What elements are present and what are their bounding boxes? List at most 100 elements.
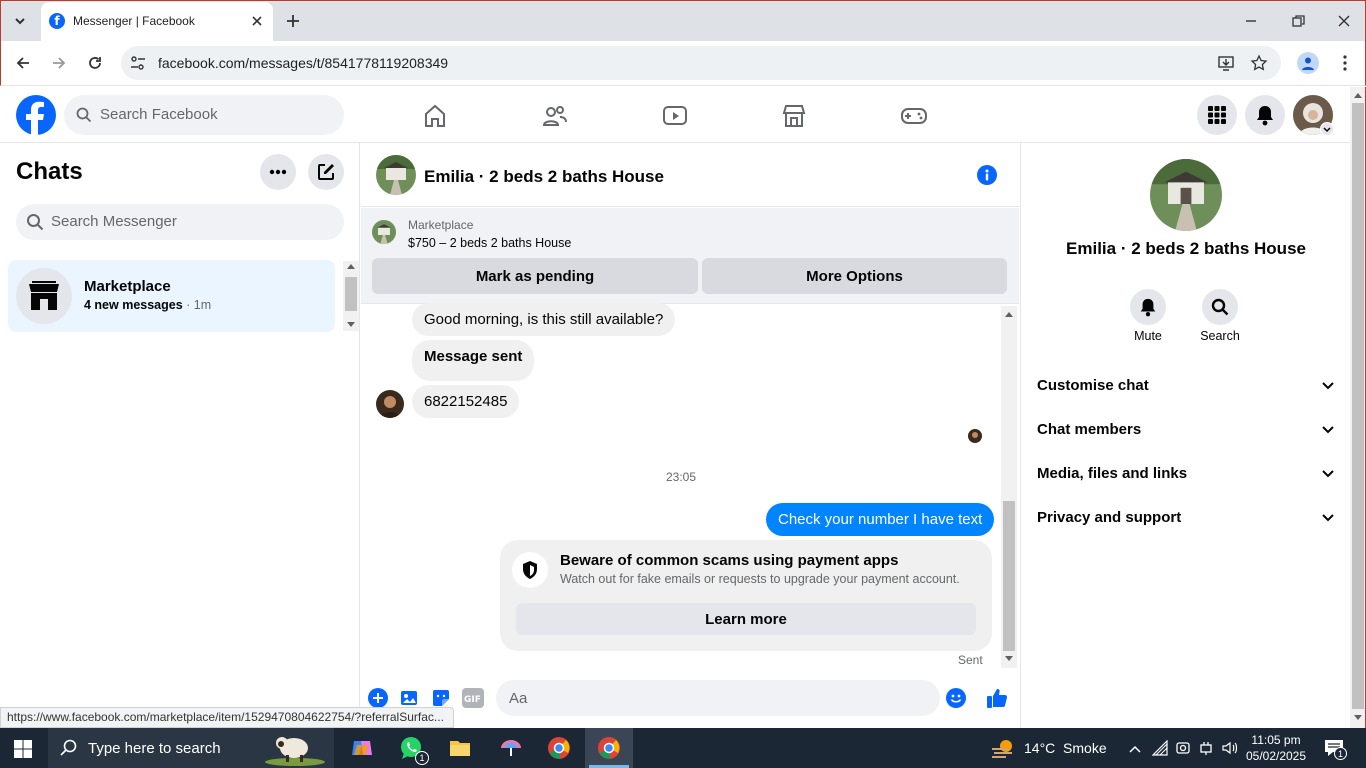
message-incoming[interactable]: 6822152485: [412, 385, 520, 418]
chrome-app-profile-a[interactable]: [547, 736, 573, 762]
network-icon-wrap[interactable]: [1151, 739, 1168, 756]
details-avatar[interactable]: [1150, 159, 1222, 231]
weather-widget-icon-wrap[interactable]: [990, 736, 1016, 760]
gif-button[interactable]: GIF: [462, 688, 484, 708]
window-close-button[interactable]: [1334, 11, 1354, 31]
triangle-down-icon: [1005, 656, 1013, 661]
tab-close-button[interactable]: [249, 13, 265, 29]
browser-menu-button[interactable]: [1337, 53, 1353, 73]
status-bar-url: https://www.facebook.com/marketplace/ite…: [0, 707, 454, 728]
chrome-icon: [548, 737, 570, 760]
weather-text[interactable]: 14°C Smoke: [1024, 740, 1107, 756]
listing-title[interactable]: $750 – 2 beds 2 baths House: [408, 236, 571, 250]
mark-as-pending-button[interactable]: Mark as pending: [372, 258, 698, 294]
mute-label: Mute: [1134, 329, 1162, 343]
conversation-title[interactable]: Emilia · 2 beds 2 baths House: [424, 167, 664, 187]
forward-button[interactable]: [49, 53, 69, 73]
sender-avatar[interactable]: [376, 390, 404, 418]
chats-title: Chats: [16, 158, 83, 185]
conversation-scrollbar[interactable]: [1001, 306, 1017, 668]
page-scrollbar[interactable]: [1350, 87, 1366, 728]
facebook-top-nav: Search Facebook: [0, 87, 1350, 143]
scrollbar-thumb[interactable]: [1352, 103, 1364, 709]
windows-taskbar: Type here to search 1 14°C Smoke 11:05 p…: [0, 728, 1366, 768]
restore-button[interactable]: [1288, 11, 1308, 31]
chat-list-item[interactable]: Marketplace 4 new messages · 1m: [8, 260, 335, 332]
plus-icon: [287, 15, 299, 27]
friends-icon: [542, 106, 567, 126]
power-icon-wrap[interactable]: [1198, 740, 1214, 756]
message-incoming[interactable]: Good morning, is this still available?: [412, 303, 676, 336]
mute-button[interactable]: [1130, 289, 1166, 325]
search-conversation-button[interactable]: [1202, 289, 1238, 325]
clock-time: 11:05 pm: [1251, 733, 1301, 747]
nav-video[interactable]: [662, 103, 688, 129]
bookmark-button[interactable]: [1250, 54, 1268, 72]
new-message-button[interactable]: [308, 154, 344, 190]
conversation-pane: Emilia · 2 beds 2 baths House Marketplac…: [361, 143, 1019, 728]
more-actions-button[interactable]: [368, 688, 388, 708]
marketplace-avatar: [16, 268, 72, 324]
snipping-app[interactable]: [499, 736, 523, 760]
learn-more-button[interactable]: Learn more: [516, 603, 976, 635]
privacy-support-section[interactable]: Privacy and support: [1037, 497, 1335, 537]
chevron-down-icon: [1322, 426, 1334, 434]
chrome-app-active[interactable]: [585, 728, 633, 768]
clock[interactable]: 11:05 pm 05/02/2025: [1245, 732, 1307, 764]
reload-button[interactable]: [85, 53, 105, 73]
omnibox[interactable]: facebook.com/messages/t/8541778119208349: [121, 46, 1281, 80]
messenger-search-input[interactable]: Search Messenger: [16, 204, 344, 240]
message-outgoing[interactable]: Check your number I have text: [766, 503, 995, 536]
back-button[interactable]: [13, 53, 33, 73]
conversation-info-button[interactable]: [977, 165, 997, 185]
chat-list-scrollbar[interactable]: [343, 261, 359, 331]
customise-chat-section[interactable]: Customise chat: [1037, 365, 1335, 405]
install-app-button[interactable]: [1217, 54, 1235, 72]
copilot-app[interactable]: [350, 737, 374, 759]
meet-now-icon-wrap[interactable]: [1175, 740, 1191, 756]
facebook-logo-icon[interactable]: [16, 95, 56, 135]
message-incoming[interactable]: Message sent: [412, 340, 535, 381]
search-icon: [27, 214, 44, 231]
nav-home[interactable]: [422, 103, 448, 129]
plug-icon: [1200, 742, 1212, 755]
profile-button[interactable]: [1297, 52, 1319, 74]
url-text: facebook.com/messages/t/8541778119208349: [158, 55, 449, 71]
search-icon: [76, 107, 92, 123]
shop-icon: [29, 281, 59, 310]
site-info-button[interactable]: [129, 54, 147, 72]
sticker-button[interactable]: [431, 688, 451, 708]
tab-search-button[interactable]: [9, 10, 31, 32]
notifications-button[interactable]: [1245, 95, 1285, 135]
media-files-links-section[interactable]: Media, files and links: [1037, 453, 1335, 493]
account-dropdown[interactable]: [1320, 122, 1334, 136]
menu-button[interactable]: [1197, 95, 1237, 135]
new-tab-button[interactable]: [283, 11, 303, 31]
conversation-avatar[interactable]: [376, 155, 416, 195]
chats-options-button[interactable]: [260, 154, 296, 190]
nav-marketplace[interactable]: [781, 103, 807, 129]
notification-center-button[interactable]: 1: [1324, 739, 1347, 760]
hidden-icons-button[interactable]: [1128, 742, 1142, 754]
listing-thumbnail[interactable]: [372, 220, 396, 244]
nav-friends[interactable]: [542, 103, 568, 129]
scrollbar-thumb[interactable]: [345, 277, 357, 311]
chat-members-section[interactable]: Chat members: [1037, 409, 1335, 449]
volume-icon-wrap[interactable]: [1221, 740, 1239, 756]
whatsapp-app[interactable]: 1: [398, 735, 429, 765]
start-button[interactable]: [14, 740, 32, 758]
scrollbar-thumb[interactable]: [1003, 501, 1015, 651]
like-button[interactable]: [986, 687, 1008, 709]
file-explorer-app[interactable]: [449, 738, 471, 758]
minimize-button[interactable]: [1241, 11, 1261, 31]
more-options-button[interactable]: More Options: [702, 258, 1007, 294]
message-input[interactable]: Aa: [496, 680, 966, 716]
emoji-button[interactable]: [946, 688, 966, 708]
nav-gaming[interactable]: [900, 103, 928, 129]
browser-tab-active[interactable]: f Messenger | Facebook: [41, 2, 273, 42]
facebook-search-input[interactable]: Search Facebook: [64, 95, 344, 135]
details-name: Emilia · 2 beds 2 baths House: [1066, 239, 1306, 258]
facebook-search-placeholder: Search Facebook: [100, 106, 218, 123]
taskbar-search-box[interactable]: Type here to search: [48, 728, 334, 768]
attach-photo-button[interactable]: [400, 688, 420, 708]
